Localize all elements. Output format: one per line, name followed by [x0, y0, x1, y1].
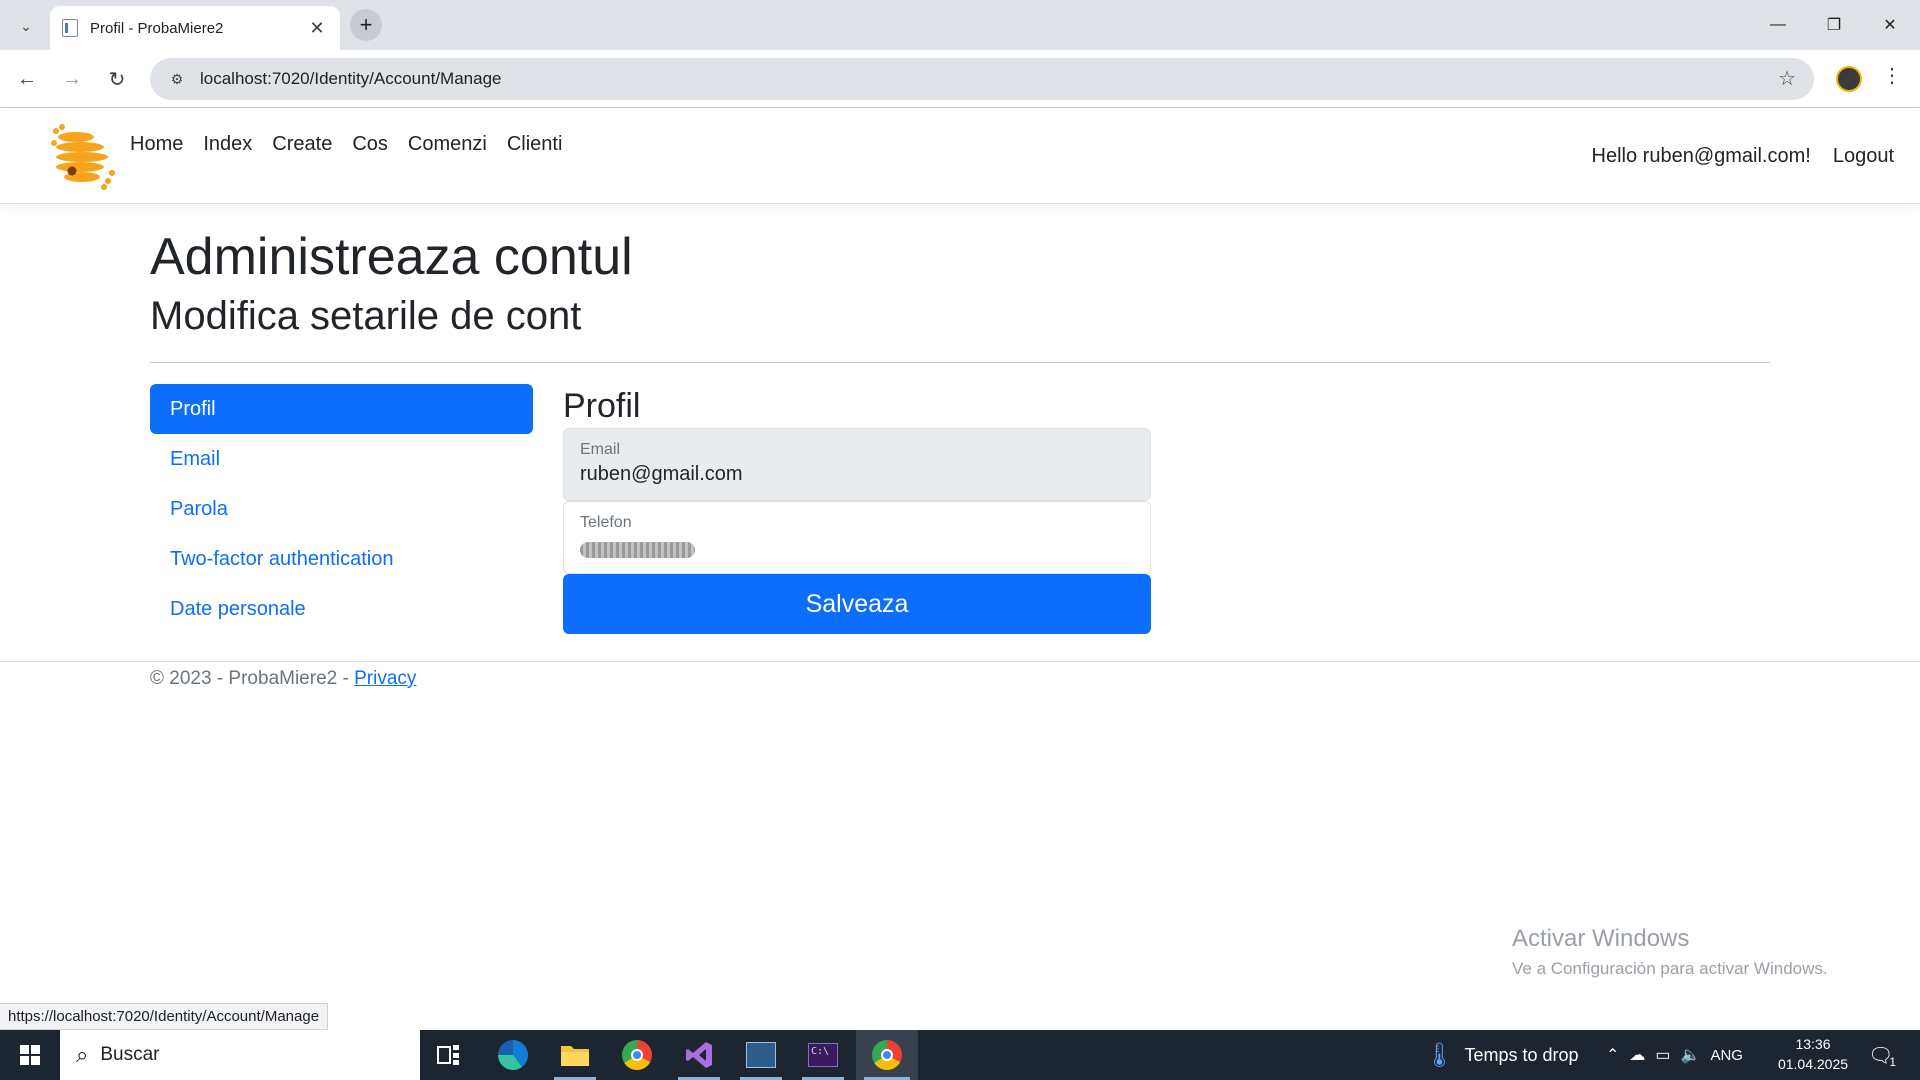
- privacy-link[interactable]: Privacy: [354, 668, 416, 689]
- tab-search-chevron-icon[interactable]: ⌄: [12, 12, 40, 40]
- sidebar-item-profil[interactable]: Profil: [150, 384, 533, 434]
- phone-value-redacted: [580, 542, 695, 558]
- clock-date: 01.04.2025: [1777, 1056, 1849, 1072]
- volume-icon[interactable]: 🔈: [1681, 1045, 1701, 1065]
- email-field[interactable]: Email ruben@gmail.com: [563, 428, 1151, 501]
- profile-avatar[interactable]: [1836, 66, 1862, 92]
- address-url[interactable]: localhost:7020/Identity/Account/Manage: [200, 69, 501, 89]
- footer-copyright: © 2023 - ProbaMiere2 -: [150, 668, 355, 689]
- tab-title: Profil - ProbaMiere2: [90, 19, 224, 37]
- email-label: Email: [580, 441, 621, 458]
- phone-label: Telefon: [580, 514, 632, 531]
- site-navbar: Home Index Create Cos Comenzi Clienti He…: [0, 109, 1920, 204]
- browser-tab-strip: ⌄ Profil - ProbaMiere2 ✕ + — ❐ ✕: [0, 0, 1920, 50]
- edge-browser-icon[interactable]: [484, 1030, 542, 1080]
- watermark-title: Activar Windows: [1512, 925, 1690, 952]
- manage-sidebar: Profil Email Parola Two-factor authentic…: [150, 384, 533, 634]
- taskbar-search[interactable]: ⌕ Buscar: [60, 1030, 420, 1080]
- taskbar-clock[interactable]: 13:36 01.04.2025: [1768, 1034, 1858, 1074]
- weather-widget[interactable]: 🌡 Temps to drop: [1424, 1030, 1579, 1080]
- browser-toolbar: ← → ↻ ⚙ localhost:7020/Identity/Account/…: [0, 50, 1920, 108]
- onedrive-cloud-icon[interactable]: ☁: [1629, 1045, 1645, 1065]
- back-icon[interactable]: ←: [12, 64, 42, 94]
- watermark-subtitle: Ve a Configuración para activar Windows.: [1512, 959, 1828, 978]
- nav-comenzi[interactable]: Comenzi: [408, 133, 487, 156]
- start-button[interactable]: [0, 1030, 60, 1080]
- save-button[interactable]: Salveaza: [563, 574, 1151, 634]
- thermometer-icon: 🌡: [1424, 1041, 1455, 1069]
- task-view-icon[interactable]: [420, 1030, 478, 1080]
- nav-index[interactable]: Index: [203, 133, 252, 156]
- divider: [150, 362, 1770, 364]
- address-bar[interactable]: ⚙ localhost:7020/Identity/Account/Manage…: [150, 58, 1814, 100]
- search-icon: ⌕: [76, 1042, 89, 1067]
- honeycomb-logo-icon[interactable]: [48, 121, 118, 191]
- nav-home[interactable]: Home: [130, 133, 183, 156]
- clock-time: 13:36: [1795, 1036, 1831, 1052]
- profile-heading: Profil: [563, 387, 641, 425]
- new-tab-button[interactable]: +: [350, 9, 382, 41]
- page-title: Administreaza contul: [150, 228, 633, 286]
- visual-studio-icon[interactable]: [670, 1030, 728, 1080]
- notification-center-icon[interactable]: 🗨 1: [1868, 1030, 1896, 1080]
- taskbar-search-placeholder: Buscar: [100, 1044, 160, 1065]
- page-subtitle: Modifica setarile de cont: [150, 294, 582, 339]
- email-value: ruben@gmail.com: [580, 463, 743, 485]
- sidebar-item-two-factor[interactable]: Two-factor authentication: [150, 534, 533, 584]
- windows-activation-watermark: Activar Windows Ve a Configuración para …: [1512, 925, 1828, 979]
- sidebar-item-email[interactable]: Email: [150, 434, 533, 484]
- battery-icon[interactable]: ▭: [1655, 1045, 1670, 1065]
- browser-tab[interactable]: Profil - ProbaMiere2 ✕: [50, 6, 340, 50]
- phone-field[interactable]: Telefon: [563, 501, 1151, 574]
- profile-form: Profil Email ruben@gmail.com Telefon Sal…: [563, 384, 1151, 634]
- nav-cos[interactable]: Cos: [352, 133, 388, 156]
- minimize-icon[interactable]: —: [1750, 0, 1806, 50]
- bookmark-star-icon[interactable]: ☆: [1778, 66, 1796, 91]
- page-favicon-icon: [62, 19, 78, 37]
- tab-close-icon[interactable]: ✕: [306, 18, 328, 39]
- site-footer: © 2023 - ProbaMiere2 - Privacy: [0, 661, 1920, 689]
- nav-clienti[interactable]: Clienti: [507, 133, 563, 156]
- terminal-icon[interactable]: C:\: [794, 1030, 852, 1080]
- main-container: Administreaza contul Modifica setarile d…: [150, 204, 1770, 634]
- sidebar-item-date-personale[interactable]: Date personale: [150, 584, 533, 634]
- sidebar-item-parola[interactable]: Parola: [150, 484, 533, 534]
- forward-icon[interactable]: →: [57, 64, 87, 94]
- window-close-icon[interactable]: ✕: [1862, 0, 1918, 50]
- chrome-icon[interactable]: [608, 1030, 666, 1080]
- tray-chevron-up-icon[interactable]: ⌃: [1606, 1045, 1619, 1065]
- reload-icon[interactable]: ↻: [102, 64, 132, 94]
- site-info-icon[interactable]: ⚙: [166, 68, 188, 90]
- logout-button[interactable]: Logout: [1833, 145, 1894, 168]
- sql-server-icon[interactable]: [732, 1030, 790, 1080]
- notification-count: 1: [1889, 1055, 1897, 1069]
- weather-text: Temps to drop: [1464, 1044, 1579, 1065]
- windows-taskbar: ⌕ Buscar C:\ 🌡 Temps to drop ⌃ ☁ ▭ 🔈 ANG…: [0, 1030, 1920, 1080]
- input-language[interactable]: ANG: [1710, 1047, 1743, 1064]
- user-greeting-link[interactable]: Hello ruben@gmail.com!: [1592, 145, 1811, 168]
- nav-create[interactable]: Create: [272, 133, 332, 156]
- chrome-active-icon[interactable]: [856, 1030, 918, 1080]
- menu-kebab-icon[interactable]: ⋮: [1882, 63, 1902, 88]
- status-bar-url: https://localhost:7020/Identity/Account/…: [0, 1003, 329, 1030]
- restore-icon[interactable]: ❐: [1806, 0, 1862, 50]
- windows-logo-icon: [20, 1045, 40, 1065]
- file-explorer-icon[interactable]: [546, 1030, 604, 1080]
